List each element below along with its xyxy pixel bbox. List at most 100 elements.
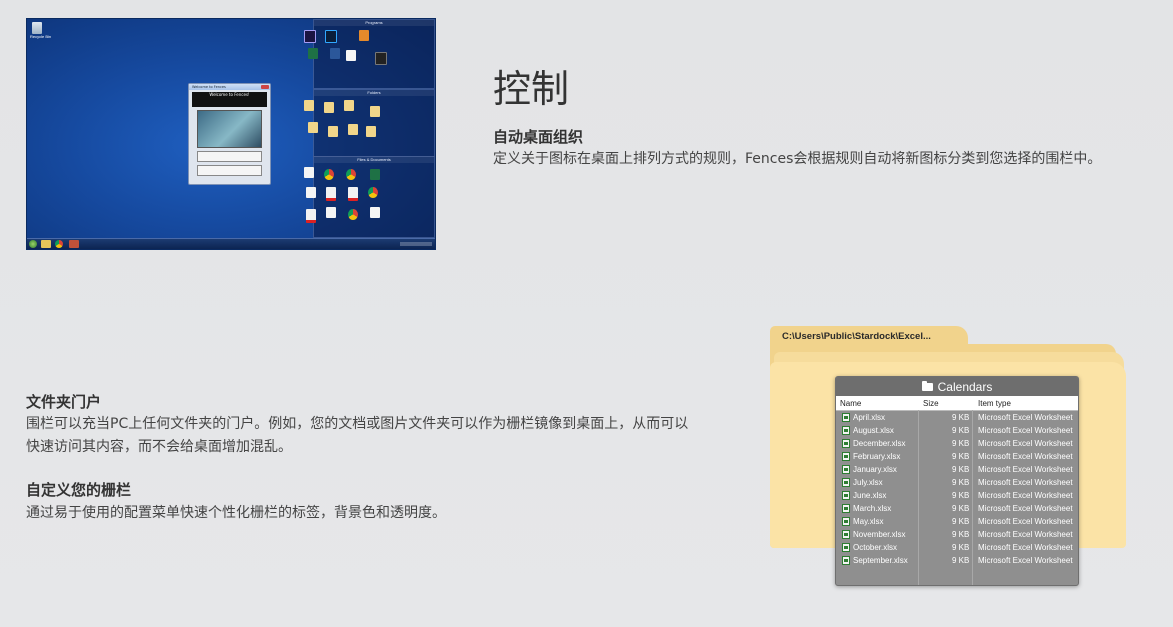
word-icon xyxy=(330,48,340,59)
dialog-option-button xyxy=(197,165,262,176)
excel-file-icon xyxy=(842,426,850,435)
explorer-taskbar-icon xyxy=(41,240,51,248)
file-row[interactable]: June.xlsx 9 KB Microsoft Excel Worksheet xyxy=(836,489,1078,502)
chrome-icon xyxy=(346,169,356,180)
document-icon xyxy=(304,167,314,178)
photoshop-icon xyxy=(325,30,337,43)
file-size: 9 KB xyxy=(952,439,970,448)
file-name: June.xlsx xyxy=(853,491,887,500)
excel-file-icon xyxy=(842,504,850,513)
fence-files: Files & Documents xyxy=(304,156,435,238)
file-row[interactable]: January.xlsx 9 KB Microsoft Excel Workshee… xyxy=(836,463,1078,476)
after-effects-icon xyxy=(304,30,316,43)
column-size[interactable]: Size xyxy=(923,399,939,408)
excel-file-icon xyxy=(842,543,850,552)
file-name: January.xlsx xyxy=(853,465,897,474)
file-row[interactable]: September.xlsx 9 KB Microsoft Excel Worksh… xyxy=(836,554,1078,567)
fence-programs-title: Programs xyxy=(314,20,434,26)
excel-file-icon xyxy=(842,413,850,422)
folder-portal-fence[interactable]: Calendars Name Size Item type April.xlsx… xyxy=(835,376,1079,586)
file-list: April.xlsx 9 KB Microsoft Excel Worksheet A… xyxy=(836,411,1078,567)
file-type: Microsoft Excel Worksheet xyxy=(978,556,1073,565)
folder-icon xyxy=(344,100,354,111)
file-row[interactable]: July.xlsx 9 KB Microsoft Excel Worksheet xyxy=(836,476,1078,489)
fence-title: Calendars xyxy=(937,379,993,394)
file-type: Microsoft Excel Worksheet xyxy=(978,530,1073,539)
file-type: Microsoft Excel Worksheet xyxy=(978,478,1073,487)
excel-file-icon xyxy=(842,556,850,565)
page-title: 控制 xyxy=(493,67,570,111)
file-row[interactable]: October.xlsx 9 KB Microsoft Excel Workshee… xyxy=(836,541,1078,554)
folder-icon xyxy=(370,106,380,117)
file-type: Microsoft Excel Worksheet xyxy=(978,426,1073,435)
document-icon xyxy=(370,207,380,218)
file-row[interactable]: August.xlsx 9 KB Microsoft Excel Worksheet xyxy=(836,424,1078,437)
folder-icon xyxy=(366,126,376,137)
excel-file-icon xyxy=(842,530,850,539)
recycle-bin-label: Recycle Bin xyxy=(30,34,52,39)
file-type: Microsoft Excel Worksheet xyxy=(978,543,1073,552)
file-size: 9 KB xyxy=(952,543,970,552)
excel-icon xyxy=(370,169,380,180)
pdf-icon xyxy=(348,187,358,201)
file-type: Microsoft Excel Worksheet xyxy=(978,517,1073,526)
auto-org-description: 定义关于图标在桌面上排列方式的规则，Fences会根据规则自动将新图标分类到您选… xyxy=(493,151,1102,167)
file-size: 9 KB xyxy=(952,530,970,539)
file-row[interactable]: February.xlsx 9 KB Microsoft Excel Workshe… xyxy=(836,450,1078,463)
folder-icon xyxy=(328,126,338,137)
file-name: July.xlsx xyxy=(853,478,883,487)
folder-icon xyxy=(324,102,334,113)
app-icon xyxy=(359,30,369,41)
folder-icon xyxy=(308,122,318,133)
document-icon xyxy=(306,187,316,198)
file-type: Microsoft Excel Worksheet xyxy=(978,452,1073,461)
file-row[interactable]: March.xlsx 9 KB Microsoft Excel Worksheet xyxy=(836,502,1078,515)
welcome-dialog: Welcome to Fences Welcome to Fences! xyxy=(188,83,271,185)
file-name: February.xlsx xyxy=(853,452,901,461)
folder-portal-title: 文件夹门户 xyxy=(26,393,102,411)
file-type: Microsoft Excel Worksheet xyxy=(978,439,1073,448)
fence-programs: Programs xyxy=(304,19,435,89)
excel-file-icon xyxy=(842,465,850,474)
recycle-bin-icon: Recycle Bin xyxy=(30,22,52,40)
fence-header[interactable]: Calendars xyxy=(836,377,1078,396)
column-name[interactable]: Name xyxy=(840,399,861,408)
file-size: 9 KB xyxy=(952,465,970,474)
excel-file-icon xyxy=(842,517,850,526)
file-type: Microsoft Excel Worksheet xyxy=(978,491,1073,500)
desktop-screenshot: Recycle Bin Programs Folders Files & Doc… xyxy=(26,18,436,250)
file-row[interactable]: December.xlsx 9 KB Microsoft Excel Workshe… xyxy=(836,437,1078,450)
file-size: 9 KB xyxy=(952,556,970,565)
file-row[interactable]: November.xlsx 9 KB Microsoft Excel Workshe… xyxy=(836,528,1078,541)
welcome-dialog-title: Welcome to Fences xyxy=(189,84,270,90)
folder-portal-description: 围栏可以充当PC上任何文件夹的门户。例如，您的文档或图片文件夹可以作为栅栏镜像到… xyxy=(26,416,689,455)
file-name: August.xlsx xyxy=(853,426,894,435)
column-headers: Name Size Item type xyxy=(836,396,1078,411)
file-name: March.xlsx xyxy=(853,504,892,513)
file-type: Microsoft Excel Worksheet xyxy=(978,413,1073,422)
folder-icon xyxy=(348,124,358,135)
file-size: 9 KB xyxy=(952,491,970,500)
folder-icon xyxy=(304,100,314,111)
chrome-taskbar-icon xyxy=(55,240,63,248)
system-tray xyxy=(400,242,432,246)
file-size: 9 KB xyxy=(952,426,970,435)
folder-icon xyxy=(921,380,933,391)
file-name: April.xlsx xyxy=(853,413,886,422)
file-row[interactable]: April.xlsx 9 KB Microsoft Excel Worksheet xyxy=(836,411,1078,424)
pdf-icon xyxy=(306,209,316,223)
close-icon xyxy=(261,85,269,89)
chrome-icon xyxy=(368,187,378,198)
pdf-icon xyxy=(326,187,336,201)
file-type: Microsoft Excel Worksheet xyxy=(978,504,1073,513)
column-type[interactable]: Item type xyxy=(978,399,1011,408)
file-size: 9 KB xyxy=(952,504,970,513)
folder-path: C:\Users\Public\Stardock\Excel... xyxy=(782,331,931,342)
excel-file-icon xyxy=(842,452,850,461)
dialog-option-button xyxy=(197,151,262,162)
file-row[interactable]: May.xlsx 9 KB Microsoft Excel Worksheet xyxy=(836,515,1078,528)
custom-fence-title: 自定义您的栅栏 xyxy=(26,481,132,499)
file-name: December.xlsx xyxy=(853,439,906,448)
excel-file-icon xyxy=(842,478,850,487)
auto-org-title: 自动桌面组织 xyxy=(493,128,584,146)
